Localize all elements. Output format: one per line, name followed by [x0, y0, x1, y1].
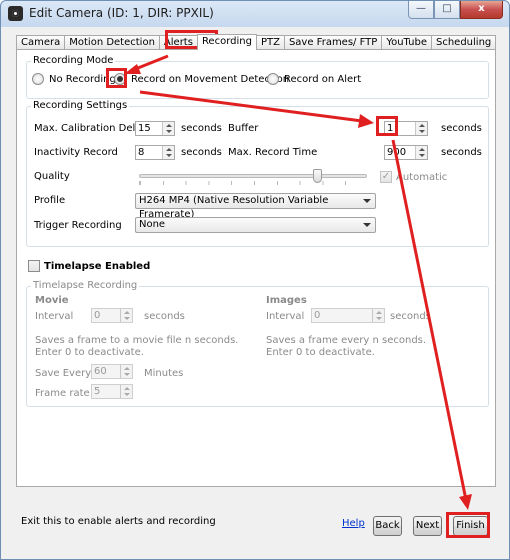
spinner-value: 900: [387, 147, 407, 158]
spinner-value: 0: [94, 310, 101, 321]
inactivity-unit: seconds: [181, 147, 222, 158]
tab-camera[interactable]: Camera: [16, 35, 66, 50]
automatic-check-glyph: ✓: [380, 171, 392, 183]
calibration-unit: seconds: [181, 123, 222, 134]
tab-recording[interactable]: Recording: [196, 34, 257, 50]
spinner-value: 60: [94, 366, 107, 377]
radio-circle: [267, 73, 279, 85]
movie-heading: Movie: [35, 295, 69, 306]
recording-tab-panel: Recording Mode No Recording Record on Mo…: [16, 49, 496, 487]
radio-circle: [32, 73, 44, 85]
checkbox-box: [28, 260, 40, 272]
spinner-arrows[interactable]: [120, 365, 132, 378]
chevron-down-icon: [363, 199, 371, 203]
record-on-movement-radio[interactable]: Record on Movement Detection: [114, 73, 289, 85]
spinner-value: 0: [314, 310, 321, 321]
record-on-movement-label: Record on Movement Detection: [131, 73, 290, 85]
max-record-time-unit: seconds: [441, 147, 482, 158]
quality-slider-thumb[interactable]: [312, 169, 322, 183]
images-heading: Images: [266, 295, 307, 306]
spinner-arrows[interactable]: [120, 385, 132, 398]
buffer-highlight: [376, 116, 398, 136]
save-every-label: Save Every: [35, 368, 92, 379]
next-button[interactable]: Next: [413, 516, 442, 536]
chevron-down-icon: [363, 223, 371, 227]
spinner-value: 15: [138, 123, 151, 134]
profile-label: Profile: [34, 195, 66, 206]
back-button[interactable]: Back: [373, 516, 402, 536]
spinner-arrows[interactable]: [162, 122, 174, 135]
trigger-recording-select[interactable]: None: [135, 217, 376, 233]
edit-camera-window: Edit Camera (ID: 1, DIR: PPXIL) — □ x Ca…: [0, 0, 510, 560]
timelapse-enabled-checkbox[interactable]: Timelapse Enabled: [28, 260, 150, 272]
movie-interval-spinner[interactable]: 0: [91, 308, 133, 323]
images-help-text: Saves a frame every n seconds. Enter 0 t…: [266, 335, 427, 358]
trigger-recording-value: None: [139, 219, 166, 230]
spinner-arrows[interactable]: [120, 309, 132, 322]
tab-motion-detection[interactable]: Motion Detection: [64, 35, 160, 50]
minimize-button[interactable]: —: [408, 1, 434, 19]
frame-rate-label: Frame rate: [35, 388, 90, 399]
record-on-alert-radio[interactable]: Record on Alert: [267, 73, 361, 85]
finish-button-highlight: [446, 512, 490, 538]
tab-strip: Camera Motion Detection Alerts Recording…: [16, 34, 497, 50]
title-bar: Edit Camera (ID: 1, DIR: PPXIL) — □ x: [1, 1, 509, 27]
spinner-arrows[interactable]: [415, 146, 427, 159]
images-interval-spinner[interactable]: 0: [311, 308, 385, 323]
maximize-button[interactable]: □: [434, 1, 460, 19]
buffer-unit: seconds: [441, 123, 482, 134]
recording-mode-legend: Recording Mode: [31, 55, 116, 66]
automatic-checkbox[interactable]: ✓ Automatic: [380, 171, 447, 183]
movie-interval-unit: seconds: [144, 311, 185, 322]
movement-radio-highlight: [106, 68, 127, 88]
tab-save-frames-ftp[interactable]: Save Frames/ FTP: [283, 35, 383, 50]
profile-select[interactable]: H264 MP4 (Native Resolution Variable Fra…: [135, 193, 376, 220]
max-calibration-delay-spinner[interactable]: 15: [135, 121, 175, 136]
camera-app-icon: [8, 6, 23, 21]
recording-settings-legend: Recording Settings: [31, 100, 130, 111]
max-record-time-spinner[interactable]: 900: [384, 145, 428, 160]
images-interval-label: Interval: [266, 311, 305, 322]
frame-rate-spinner[interactable]: 5: [91, 384, 133, 399]
movie-help-text: Saves a frame to a movie file n seconds.…: [35, 335, 239, 358]
record-on-alert-label: Record on Alert: [284, 73, 362, 85]
window-title: Edit Camera (ID: 1, DIR: PPXIL): [29, 6, 214, 20]
max-record-time-label: Max. Record Time: [228, 147, 318, 158]
trigger-recording-label: Trigger Recording: [34, 220, 122, 231]
max-calibration-delay-label: Max. Calibration Delay: [34, 123, 148, 134]
movie-interval-label: Interval: [35, 311, 74, 322]
automatic-label: Automatic: [396, 171, 448, 183]
save-every-spinner[interactable]: 60: [91, 364, 133, 379]
spinner-arrows[interactable]: [415, 122, 427, 135]
tab-youtube[interactable]: YouTube: [381, 35, 432, 50]
buffer-label: Buffer: [228, 123, 259, 134]
timelapse-enabled-label: Timelapse Enabled: [44, 260, 151, 272]
help-link[interactable]: Help: [342, 518, 365, 529]
spinner-value: 8: [138, 147, 145, 158]
quality-slider-track[interactable]: [139, 174, 367, 178]
status-text: Exit this to enable alerts and recording: [21, 516, 216, 527]
no-recording-radio[interactable]: No Recording: [32, 73, 116, 85]
close-button[interactable]: x: [460, 1, 503, 19]
quality-label: Quality: [34, 171, 70, 182]
spinner-value: 5: [94, 386, 101, 397]
quality-slider-ticks: [139, 181, 367, 185]
tab-ptz[interactable]: PTZ: [255, 35, 285, 50]
spinner-arrows[interactable]: [162, 146, 174, 159]
spinner-arrows[interactable]: [372, 309, 384, 322]
timelapse-recording-legend: Timelapse Recording: [31, 280, 140, 291]
save-every-unit: Minutes: [144, 368, 184, 379]
images-interval-unit: seconds: [390, 311, 431, 322]
caption-buttons: — □ x: [408, 1, 503, 19]
tab-scheduling[interactable]: Scheduling: [430, 35, 497, 50]
inactivity-record-spinner[interactable]: 8: [135, 145, 175, 160]
inactivity-record-label: Inactivity Record: [34, 147, 118, 158]
